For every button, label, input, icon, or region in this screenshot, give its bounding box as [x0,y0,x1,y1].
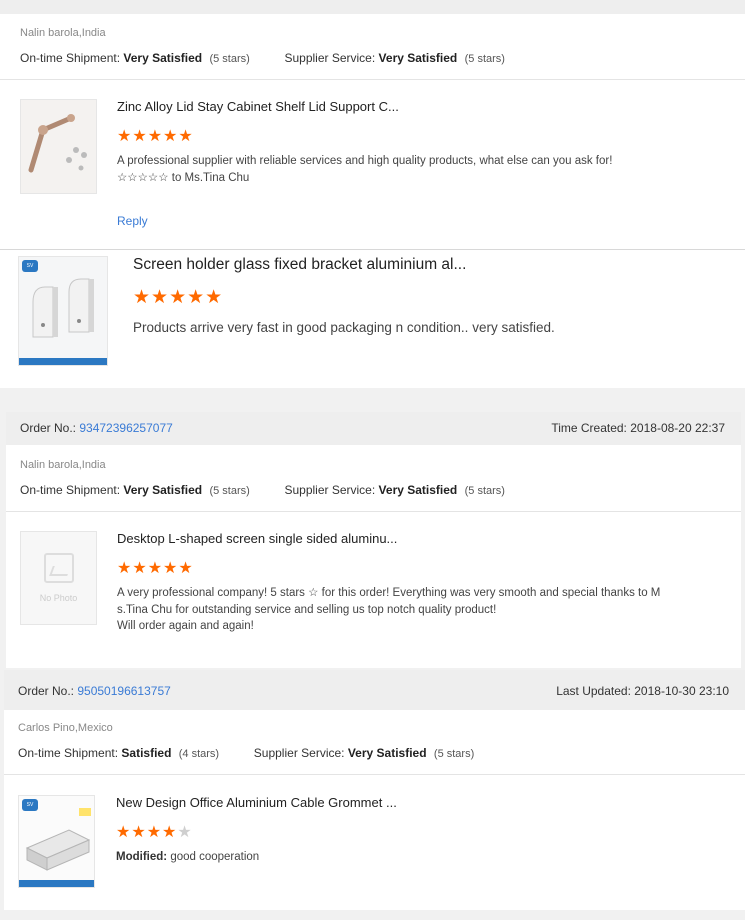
product-title[interactable]: Screen holder glass fixed bracket alumin… [133,256,466,274]
screen-holder-image [32,278,94,338]
divider [6,511,741,512]
shipment-count: (5 stars) [209,53,250,65]
product-thumbnail[interactable]: SV [18,256,108,366]
reply-link[interactable]: Reply [117,214,148,228]
review-text: A very professional company! 5 stars ☆ f… [117,585,660,635]
service-label: Supplier Service: [253,746,345,760]
shipment-count: (5 stars) [209,485,250,497]
review-line: ☆☆☆☆☆ to Ms.Tina Chu [117,171,250,184]
service-value: Very Satisfied [347,746,427,760]
order-number-label: Order No.: [20,421,77,435]
shipment-value: Very Satisfied [123,483,203,497]
stars-filled: ★★★★ [116,824,178,841]
review-line: Will order again and again! [117,620,254,632]
service-label: Supplier Service: [284,51,376,65]
time-label: Time Created: [551,421,627,435]
rating-stars: ★★★★★ [117,128,194,145]
order-card: Nalin barola,India On-time Shipment: Ver… [0,0,745,250]
no-photo-placeholder: No Photo [21,532,96,624]
brand-logo-icon: SV [22,799,38,811]
review-text: Modified: good cooperation [116,849,259,866]
shipment-value: Satisfied [121,746,172,760]
brand-logo-icon: SV [22,260,38,272]
stars-empty: ★ [177,824,193,841]
product-thumbnail[interactable] [20,99,97,194]
product-thumbnail[interactable]: SV [18,795,95,888]
shipment-label: On-time Shipment: [20,51,121,65]
order-ratings: On-time Shipment: Very Satisfied (5 star… [20,51,505,65]
product-thumbnail[interactable]: No Photo [20,531,97,625]
order-header: Order No.: 95050196613757 Last Updated: … [4,670,745,710]
shipment-value: Very Satisfied [123,51,203,65]
brand-bar [19,358,107,365]
buyer-name: Carlos Pino,Mexico [18,722,113,734]
order-card: Order No.: 93472396257077 Time Created: … [6,412,741,668]
shipment-label: On-time Shipment: [18,746,119,760]
rating-stars: ★★★★★ [116,822,193,842]
review-text: Products arrive very fast in good packag… [133,320,555,335]
service-count: (5 stars) [433,748,475,760]
order-number: Order No.: 93472396257077 [20,421,173,435]
order-ratings: On-time Shipment: Very Satisfied (5 star… [20,483,505,497]
last-updated: Last Updated: 2018-10-30 23:10 [556,684,729,698]
time-value: 2018-08-20 22:37 [630,421,725,435]
buyer-name: Nalin barola,India [20,459,106,471]
modified-text: good cooperation [170,851,260,863]
service-value: Very Satisfied [378,483,458,497]
service-label: Supplier Service: [284,483,376,497]
time-created: Time Created: 2018-08-20 22:37 [551,421,725,435]
service-count: (5 stars) [464,53,505,65]
product-title[interactable]: New Design Office Aluminium Cable Gromme… [116,795,397,810]
review-line: A very professional company! 5 stars ☆ f… [117,587,661,599]
order-number-link[interactable]: 95050196613757 [77,684,170,698]
shipment-label: On-time Shipment: [20,483,121,497]
divider [4,774,745,775]
review-text: A professional supplier with reliable se… [117,153,612,186]
order-number-label: Order No.: [18,684,75,698]
review-line: s.Tina Chu for outstanding service and s… [117,603,497,616]
time-label: Last Updated: [556,684,631,698]
shipment-count: (4 stars) [178,748,220,760]
modified-label: Modified: [116,851,168,863]
order-header: Order No.: 93472396257077 Time Created: … [6,412,741,445]
buyer-name: Nalin barola,India [20,27,106,39]
review-card: SV Screen holder glass fixed bracket alu… [0,250,745,388]
order-ratings: On-time Shipment: Satisfied (4 stars) Su… [18,746,474,760]
image-placeholder-icon [43,553,74,583]
review-line: A professional supplier with reliable se… [117,155,613,167]
service-value: Very Satisfied [378,51,458,65]
order-card: Order No.: 95050196613757 Last Updated: … [4,670,745,910]
rating-stars: ★★★★★ [133,287,224,308]
product-title[interactable]: Desktop L-shaped screen single sided alu… [117,531,397,546]
order-number-link[interactable]: 93472396257077 [79,421,172,435]
rating-stars: ★★★★★ [117,560,194,577]
divider [0,79,745,80]
time-value: 2018-10-30 23:10 [634,684,729,698]
lid-stay-image [28,114,87,173]
product-title[interactable]: Zinc Alloy Lid Stay Cabinet Shelf Lid Su… [117,99,399,114]
brand-bar [19,880,94,887]
order-header [0,0,745,14]
order-number: Order No.: 95050196613757 [18,684,171,698]
no-photo-label: No Photo [39,593,78,603]
service-count: (5 stars) [464,485,505,497]
